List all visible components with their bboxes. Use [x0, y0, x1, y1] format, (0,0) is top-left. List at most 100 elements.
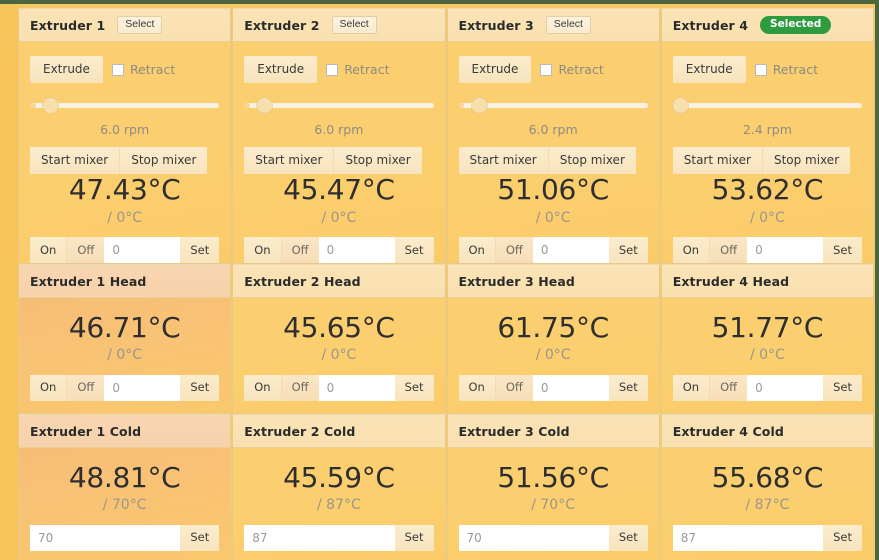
retract-toggle[interactable]: Retract: [111, 62, 176, 78]
heater-off-button[interactable]: Off: [66, 237, 105, 263]
stop-mixer-button[interactable]: Stop mixer: [761, 147, 851, 175]
heater-on-button[interactable]: On: [244, 375, 281, 401]
card-header-head-2: Extruder 2 Head: [233, 265, 445, 298]
setpoint-set-button[interactable]: Set: [823, 525, 862, 551]
heater-on-button[interactable]: On: [30, 237, 67, 263]
heater-off-button[interactable]: Off: [280, 237, 319, 263]
heater-on-button[interactable]: On: [458, 375, 495, 401]
extrude-button[interactable]: Extrude: [672, 56, 746, 84]
heater-on-button[interactable]: On: [244, 237, 281, 263]
setpoint-input[interactable]: [244, 525, 395, 551]
setpoint-set-button[interactable]: Set: [180, 525, 220, 551]
temperature-readout: 46.71°C / 0°C: [30, 311, 219, 364]
card-header-cold-4: Extruder 4 Cold: [661, 415, 873, 448]
setpoint-set-button[interactable]: Set: [180, 237, 220, 263]
setpoint-set-button[interactable]: Set: [180, 375, 220, 401]
card-header-cold-1: Extruder 1 Cold: [19, 415, 231, 448]
heater-on-button[interactable]: On: [672, 375, 710, 401]
extrude-button[interactable]: Extrude: [458, 56, 532, 84]
slider-thumb[interactable]: [471, 97, 487, 113]
heater-off-button[interactable]: Off: [709, 375, 748, 401]
retract-checkbox[interactable]: [326, 63, 339, 76]
head-column-4: Extruder 4 Head 51.77°C / 0°C OnOff Set: [660, 264, 875, 414]
setpoint-input[interactable]: [747, 375, 824, 401]
retract-checkbox[interactable]: [111, 63, 124, 76]
cold-column-2: Extruder 2 Cold 45.59°C / 87°C Set: [232, 414, 446, 560]
setpoint-input[interactable]: [318, 237, 395, 263]
speed-slider[interactable]: [30, 97, 220, 113]
heater-off-button[interactable]: Off: [494, 375, 533, 401]
card-grid: Extruder 1 Select Extrude Retract 6.0 rpm Sta…: [18, 8, 875, 560]
setpoint-input[interactable]: [532, 375, 609, 401]
current-temperature: 45.47°C: [283, 173, 395, 207]
heater-off-button[interactable]: Off: [709, 237, 748, 263]
retract-toggle[interactable]: Retract: [540, 62, 604, 77]
slider-thumb[interactable]: [43, 97, 59, 113]
speed-slider[interactable]: [244, 97, 434, 113]
heater-on-button[interactable]: On: [458, 237, 495, 263]
retract-label: Retract: [129, 62, 176, 78]
target-temperature: / 0°C: [749, 347, 785, 364]
setpoint-input[interactable]: [532, 237, 609, 263]
setpoint-control: OnOff Set: [672, 375, 862, 401]
slider-track: [458, 102, 648, 108]
card-body: Extrude Retract 6.0 rpm Start mixer Stop mix…: [233, 42, 444, 263]
retract-checkbox[interactable]: [540, 63, 553, 76]
setpoint-set-button[interactable]: Set: [608, 375, 648, 401]
speed-slider[interactable]: [672, 97, 862, 113]
stop-mixer-button[interactable]: Stop mixer: [547, 147, 636, 175]
setpoint-input[interactable]: [104, 237, 181, 263]
current-temperature: 51.56°C: [497, 461, 609, 495]
setpoint-set-button[interactable]: Set: [394, 525, 434, 551]
card-body: Extrude Retract 6.0 rpm Start mixer Stop mix…: [19, 42, 230, 263]
retract-checkbox[interactable]: [754, 63, 767, 76]
target-temperature: / 0°C: [535, 209, 571, 226]
left-gutter: [0, 4, 18, 560]
setpoint-set-button[interactable]: Set: [394, 237, 434, 263]
extrude-button[interactable]: Extrude: [30, 56, 103, 84]
start-mixer-button[interactable]: Start mixer: [30, 147, 120, 175]
heater-on-button[interactable]: On: [672, 237, 710, 263]
setpoint-input[interactable]: [672, 525, 824, 551]
setpoint-control: OnOff Set: [30, 375, 220, 401]
target-temperature: / 70°C: [531, 497, 575, 514]
card-title: Extruder 4 Cold: [672, 423, 784, 439]
card-title: Extruder 2 Cold: [244, 423, 356, 439]
setpoint-input[interactable]: [318, 375, 395, 401]
slider-thumb[interactable]: [672, 97, 688, 113]
current-temperature: 45.59°C: [283, 461, 395, 495]
setpoint-input[interactable]: [747, 237, 824, 263]
retract-toggle[interactable]: Retract: [754, 62, 818, 77]
select-extruder-button[interactable]: Select: [117, 15, 163, 35]
speed-slider[interactable]: [458, 97, 648, 113]
heater-off-button[interactable]: Off: [494, 237, 533, 263]
heater-off-button[interactable]: Off: [280, 375, 319, 401]
target-temperature: / 0°C: [321, 347, 357, 364]
start-mixer-button[interactable]: Start mixer: [672, 147, 762, 175]
extrude-button[interactable]: Extrude: [244, 56, 318, 84]
temperature-readout: 61.75°C / 0°C: [459, 311, 648, 364]
setpoint-set-button[interactable]: Set: [608, 525, 648, 551]
card-body: Extrude Retract 2.4 rpm Start mixer Stop mix…: [662, 42, 873, 263]
setpoint-set-button[interactable]: Set: [823, 237, 862, 263]
setpoint-input[interactable]: [458, 525, 609, 551]
extruder-column-1: Extruder 1 Select Extrude Retract 6.0 rpm Sta…: [18, 8, 232, 264]
card-header-head-4: Extruder 4 Head: [661, 265, 873, 298]
setpoint-set-button[interactable]: Set: [608, 237, 648, 263]
retract-toggle[interactable]: Retract: [326, 62, 389, 77]
setpoint-set-button[interactable]: Set: [394, 375, 434, 401]
heater-on-button[interactable]: On: [30, 375, 67, 401]
setpoint-input[interactable]: [30, 525, 181, 551]
select-extruder-button[interactable]: Select: [331, 15, 377, 35]
start-mixer-button[interactable]: Start mixer: [458, 147, 548, 175]
stop-mixer-button[interactable]: Stop mixer: [119, 147, 208, 175]
select-extruder-button[interactable]: Select: [545, 15, 591, 35]
start-mixer-button[interactable]: Start mixer: [244, 147, 334, 175]
heater-off-button[interactable]: Off: [66, 375, 105, 401]
card-title: Extruder 2: [244, 17, 320, 33]
card-title: Extruder 1 Head: [30, 273, 147, 289]
setpoint-set-button[interactable]: Set: [823, 375, 862, 401]
setpoint-input[interactable]: [104, 375, 181, 401]
slider-thumb[interactable]: [257, 97, 273, 113]
stop-mixer-button[interactable]: Stop mixer: [333, 147, 422, 175]
